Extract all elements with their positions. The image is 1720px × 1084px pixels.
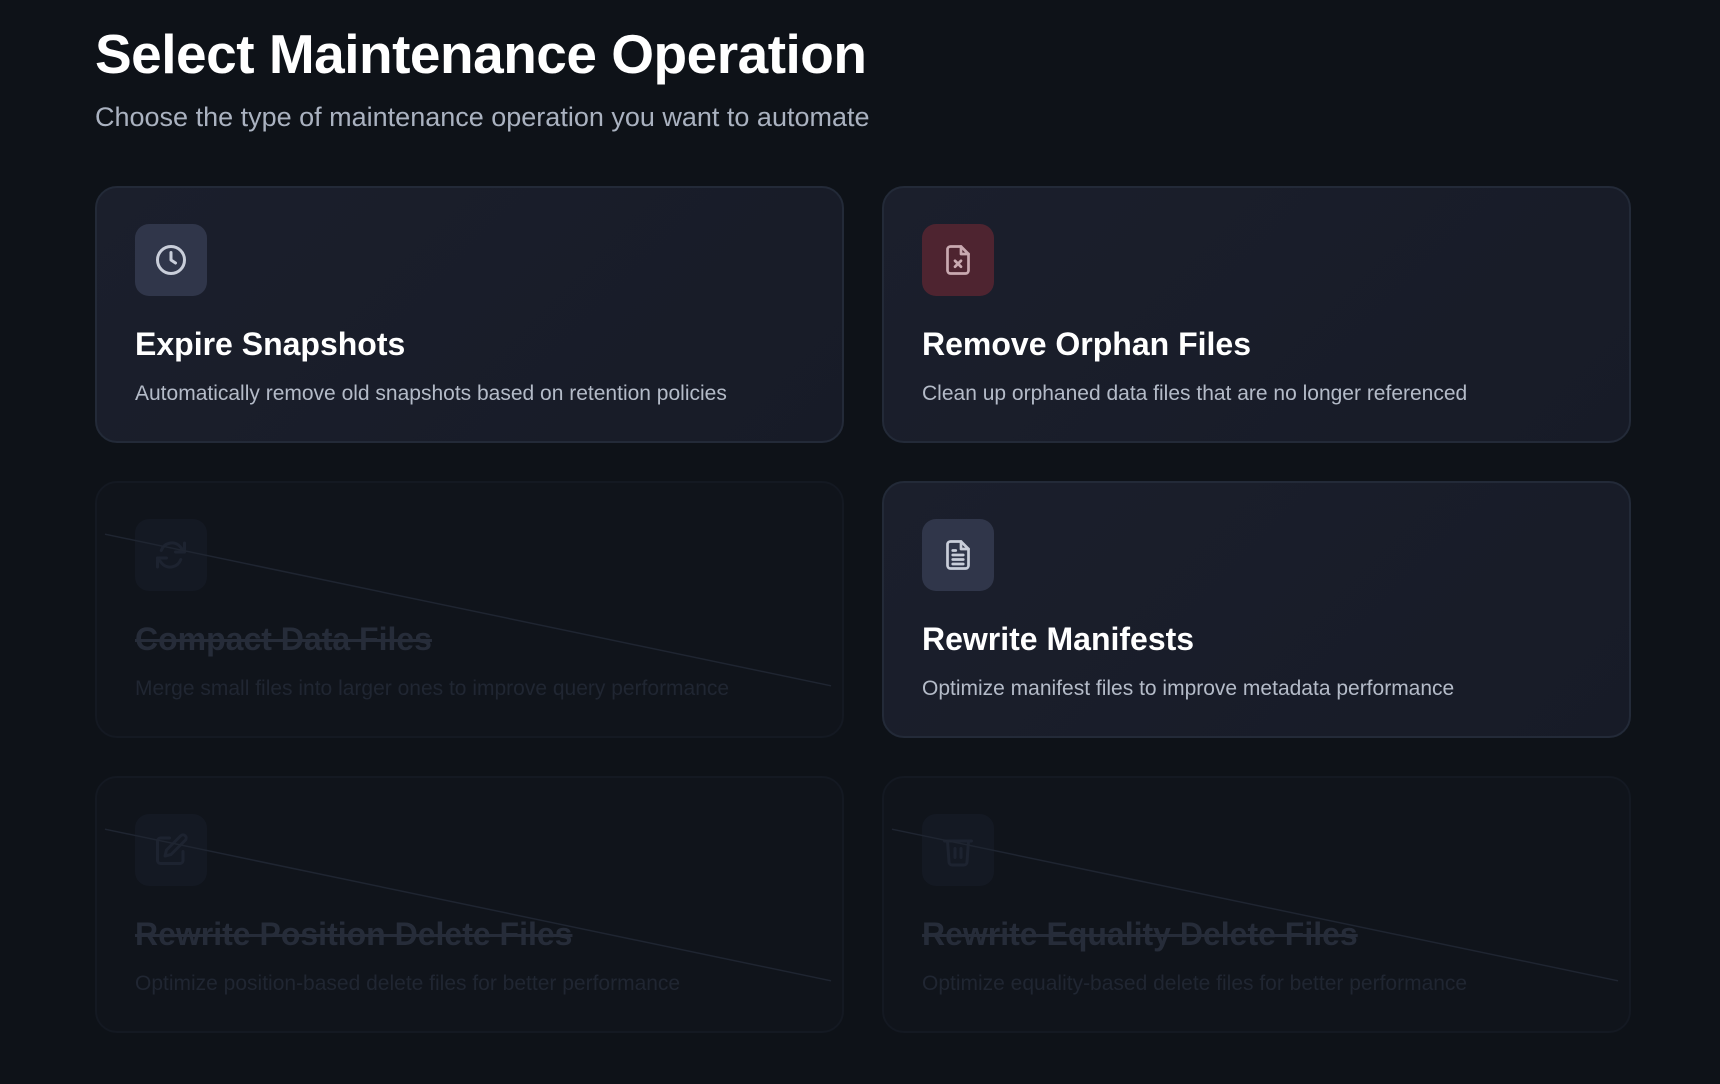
- rewrite-position-delete-files-icon-box: [135, 814, 207, 886]
- rewrite-manifests-card[interactable]: Rewrite Manifests Optimize manifest file…: [882, 481, 1631, 738]
- file-x-icon: [946, 245, 970, 275]
- trash-icon: [943, 839, 973, 867]
- clock-icon: [156, 245, 186, 275]
- compact-data-files-card: Compact Data Files Merge small files int…: [95, 481, 844, 738]
- remove-orphan-files-card[interactable]: Remove Orphan Files Clean up orphaned da…: [882, 186, 1631, 443]
- remove-orphan-files-icon-box: [922, 224, 994, 296]
- expire-snapshots-icon-box: [135, 224, 207, 296]
- card-title: Rewrite Manifests: [922, 621, 1195, 657]
- card-title: Remove Orphan Files: [922, 326, 1251, 362]
- card-description: Merge small files into larger ones to im…: [135, 677, 730, 700]
- card-description: Clean up orphaned data files that are no…: [922, 382, 1468, 405]
- operation-grid: Expire Snapshots Automatically remove ol…: [95, 186, 1631, 1033]
- card-description: Optimize manifest files to improve metad…: [922, 677, 1455, 700]
- card-title: Rewrite Position Delete Files: [135, 916, 573, 952]
- card-description: Automatically remove old snapshots based…: [135, 382, 727, 405]
- edit-icon: [156, 833, 188, 865]
- rewrite-equality-delete-files-card: Rewrite Equality Delete Files Optimize e…: [882, 776, 1631, 1033]
- expire-snapshots-card[interactable]: Expire Snapshots Automatically remove ol…: [95, 186, 844, 443]
- card-title: Expire Snapshots: [135, 326, 406, 362]
- card-description: Optimize position-based delete files for…: [135, 972, 681, 995]
- rewrite-position-delete-files-card: Rewrite Position Delete Files Optimize p…: [95, 776, 844, 1033]
- rewrite-manifests-icon-box: [922, 519, 994, 591]
- card-title: Compact Data Files: [135, 621, 432, 657]
- card-title: Rewrite Equality Delete Files: [922, 916, 1358, 952]
- maintenance-operation-page: Select Maintenance Operation Choose the …: [0, 0, 1720, 1084]
- file-text-icon: [946, 540, 970, 570]
- page-title: Select Maintenance Operation: [95, 23, 867, 85]
- page-subtitle: Choose the type of maintenance operation…: [95, 102, 870, 132]
- rewrite-equality-delete-files-icon-box: [922, 814, 994, 886]
- card-description: Optimize equality-based delete files for…: [922, 972, 1468, 995]
- refresh-icon: [156, 541, 186, 569]
- compact-data-files-icon-box: [135, 519, 207, 591]
